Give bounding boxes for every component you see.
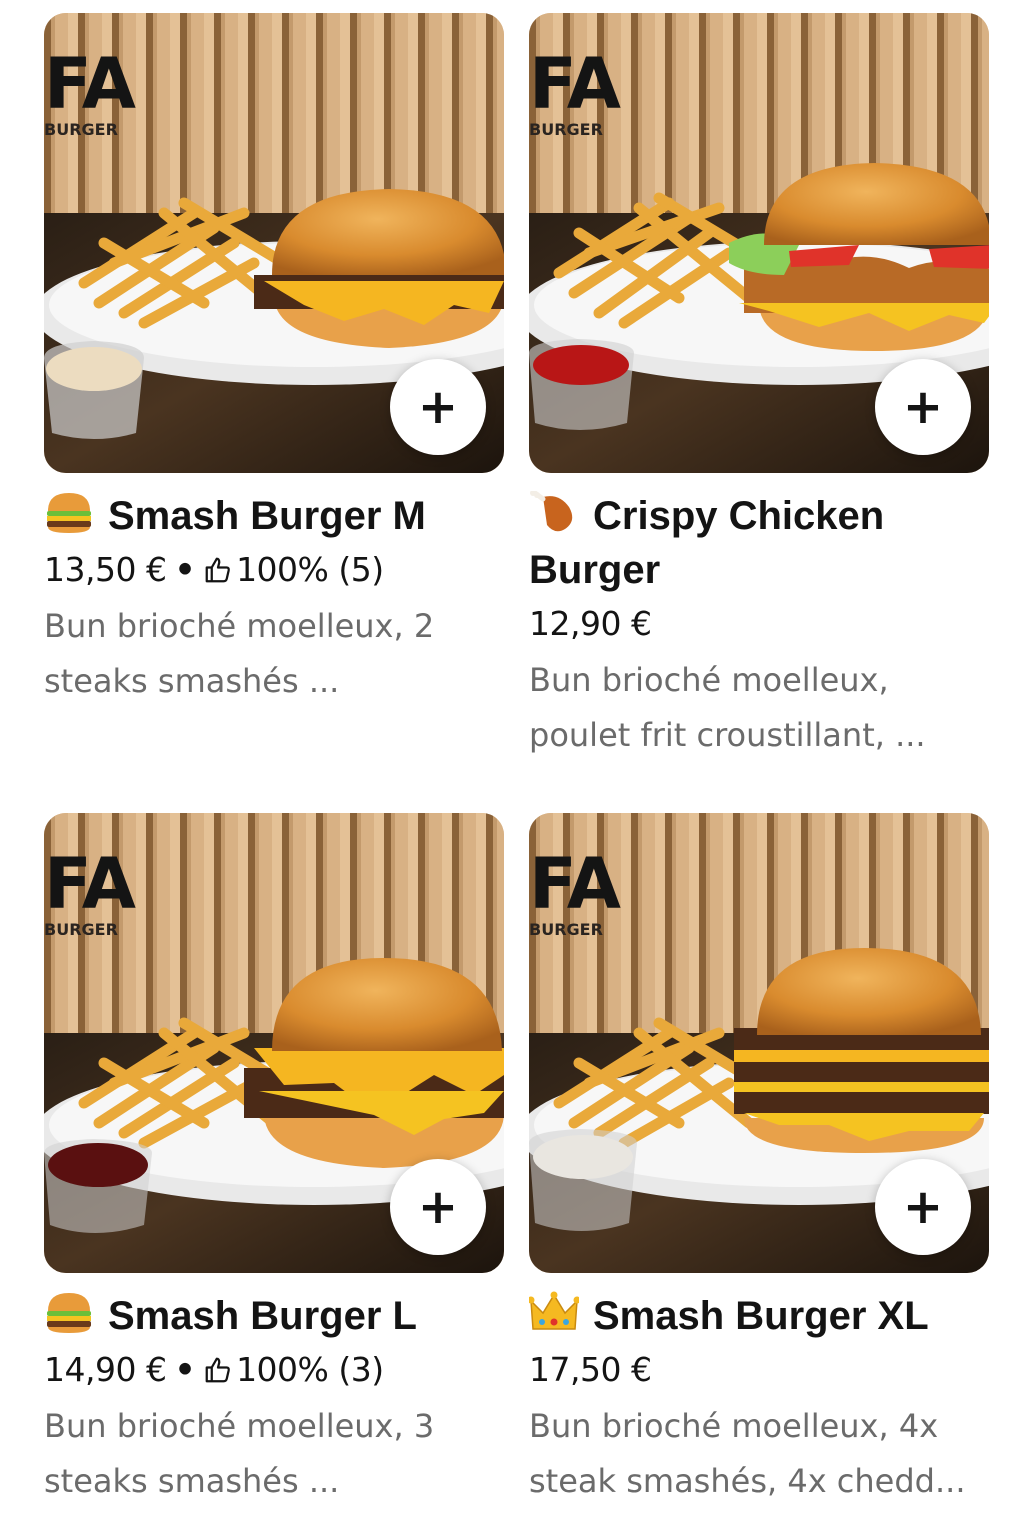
product-image[interactable]: FA BURGER + [44, 13, 504, 473]
crown-emoji-icon [529, 1291, 579, 1330]
add-to-cart-button[interactable]: + [875, 1159, 971, 1255]
sauce [533, 1135, 633, 1179]
product-title: Smash Burger M [44, 489, 504, 543]
product-rating: 100% (5) [236, 550, 384, 589]
product-card-smash-burger-m[interactable]: FA BURGER + Smash Burger M 13,50 € • 100… [44, 13, 504, 709]
product-name: Crispy Chicken Burger [529, 494, 885, 592]
add-to-cart-button[interactable]: + [390, 1159, 486, 1255]
thumbs-up-icon [205, 1357, 230, 1383]
product-description: Bun brioché moelleux, 3 steaks smashés .… [44, 1407, 435, 1500]
product-image[interactable]: FA BURGER + [44, 813, 504, 1273]
product-description: Bun brioché moelleux, poulet frit croust… [529, 661, 926, 754]
thumbs-up-icon [205, 557, 230, 583]
brand-logo: FA BURGER [44, 43, 136, 139]
add-to-cart-button[interactable]: + [390, 359, 486, 455]
brand-logo: FA BURGER [44, 843, 136, 939]
chicken-leg-emoji-icon [530, 491, 573, 532]
product-meta: 17,50 € [529, 1343, 989, 1397]
add-to-cart-button[interactable]: + [875, 359, 971, 455]
product-image[interactable]: FA BURGER + [529, 13, 989, 473]
product-card-smash-burger-l[interactable]: FA BURGER + Smash Burger L 14,90 € • 100… [44, 813, 504, 1509]
product-meta: 12,90 € [529, 597, 989, 651]
product-meta: 13,50 € • 100% (5) [44, 543, 504, 597]
product-name: Smash Burger M [108, 494, 426, 538]
product-meta: 14,90 € • 100% (3) [44, 1343, 504, 1397]
product-price: 13,50 € [44, 550, 167, 589]
product-price: 17,50 € [529, 1350, 652, 1389]
separator-dot: • [174, 550, 196, 589]
product-title: Smash Burger XL [529, 1289, 989, 1343]
product-title: Crispy Chicken Burger [529, 489, 989, 597]
product-title: Smash Burger L [44, 1289, 504, 1343]
separator-dot: • [174, 1350, 196, 1389]
product-name: Smash Burger L [108, 1294, 417, 1338]
product-image[interactable]: FA BURGER + [529, 813, 989, 1273]
product-card-smash-burger-xl[interactable]: FA BURGER + Smash Burger XL 17,50 € Bun … [529, 813, 989, 1509]
brand-logo: FA BURGER [529, 43, 621, 139]
product-rating: 100% (3) [236, 1350, 384, 1389]
sauce [46, 347, 142, 391]
burger-emoji-icon [47, 1293, 91, 1333]
product-description: Bun brioché moelleux, 2 steaks smashés .… [44, 607, 435, 700]
sauce [533, 345, 629, 385]
brand-logo: FA BURGER [529, 843, 621, 939]
sauce [48, 1143, 148, 1187]
product-price: 12,90 € [529, 604, 652, 643]
burger-emoji-icon [47, 493, 91, 533]
product-description: Bun brioché moelleux, 4x steak smashés, … [529, 1407, 966, 1500]
product-name: Smash Burger XL [593, 1294, 929, 1338]
product-card-crispy-chicken-burger[interactable]: FA BURGER + Crispy Chicken Burger 12,90 … [529, 13, 989, 763]
product-price: 14,90 € [44, 1350, 167, 1389]
